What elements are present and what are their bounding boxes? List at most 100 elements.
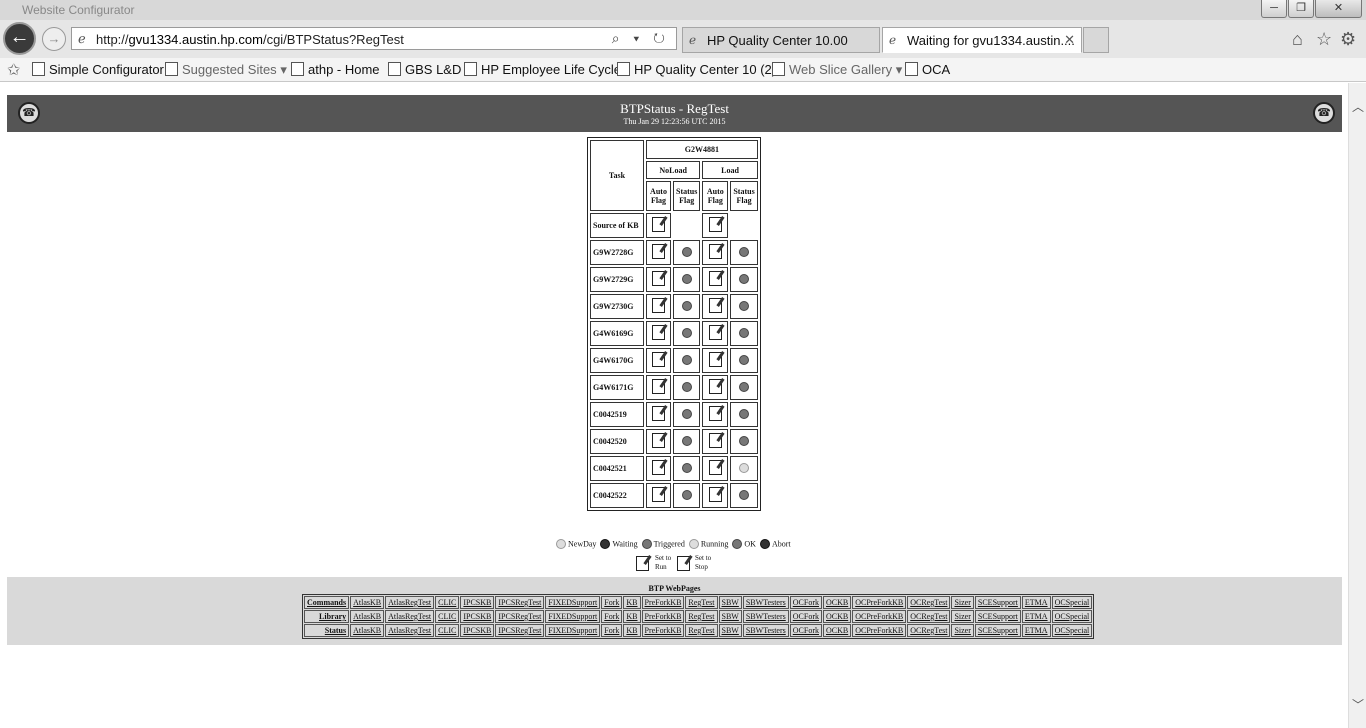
auto-flag-cell[interactable] — [646, 240, 671, 265]
auto-flag-cell[interactable] — [646, 456, 671, 481]
webpage-link[interactable]: OCRegTest — [907, 624, 951, 637]
webpage-link[interactable]: Sizer — [951, 610, 974, 623]
webpage-link[interactable]: OCKB — [822, 610, 852, 623]
webpage-link[interactable]: OCFork — [789, 610, 822, 623]
webpage-link[interactable]: IPCSRegTest — [495, 610, 545, 623]
auto-flag-cell[interactable] — [702, 375, 729, 400]
set-run-icon[interactable] — [652, 379, 665, 394]
address-bar[interactable]: ℯ http://gvu1334.austin.hp.com/cgi/BTPSt… — [71, 27, 677, 50]
auto-flag-cell[interactable] — [702, 321, 729, 346]
favorites-star-icon[interactable]: ☆ — [1316, 29, 1332, 50]
auto-flag-cell[interactable] — [702, 213, 729, 238]
webpage-link[interactable]: Fork — [601, 610, 623, 623]
webpage-link[interactable]: OCPreForkKB — [852, 610, 907, 623]
webpage-link[interactable]: IPCSRegTest — [495, 596, 545, 609]
webpage-link[interactable]: OCRegTest — [907, 610, 951, 623]
forward-button[interactable]: → — [42, 27, 66, 51]
fav-gbs-ld[interactable]: GBS L&D — [388, 62, 461, 77]
webpage-link[interactable]: Fork — [601, 596, 623, 609]
webpage-link[interactable]: OCKB — [822, 624, 852, 637]
tab-quality-center[interactable]: ℯ HP Quality Center 10.00 — [682, 27, 880, 53]
auto-flag-cell[interactable] — [646, 402, 671, 427]
scroll-down-icon[interactable]: ﹀ — [1352, 696, 1364, 713]
webpage-link[interactable]: ETMA — [1021, 610, 1051, 623]
webpages-row-label[interactable]: Status — [304, 624, 350, 637]
webpage-link[interactable]: IPCSKB — [460, 596, 495, 609]
set-run-icon[interactable] — [708, 298, 722, 313]
webpages-row-label[interactable]: Commands — [304, 596, 350, 609]
close-tab-icon[interactable]: ✕ — [1064, 32, 1075, 48]
auto-flag-cell[interactable] — [702, 402, 729, 427]
webpage-link[interactable]: SBWTesters — [742, 610, 789, 623]
fav-hp-quality-center[interactable]: HP Quality Center 10 (2) — [617, 62, 776, 77]
webpage-link[interactable]: CLIC — [435, 624, 460, 637]
set-run-icon[interactable] — [652, 217, 665, 232]
auto-flag-cell[interactable] — [646, 321, 671, 346]
maximize-button[interactable]: ❐ — [1288, 0, 1314, 18]
webpage-link[interactable]: AtlasRegTest — [385, 610, 435, 623]
set-run-icon[interactable] — [708, 487, 722, 502]
webpage-link[interactable]: OCRegTest — [907, 596, 951, 609]
fav-web-slice-gallery[interactable]: Web Slice Gallery ▾ — [772, 62, 902, 78]
webpage-link[interactable]: OCKB — [822, 596, 852, 609]
set-run-icon[interactable] — [708, 379, 722, 394]
webpage-link[interactable]: SBW — [718, 624, 742, 637]
url-text[interactable]: http://gvu1334.austin.hp.com/cgi/BTPStat… — [96, 32, 404, 47]
webpage-link[interactable]: ETMA — [1021, 596, 1051, 609]
webpage-link[interactable]: KB — [623, 610, 641, 623]
set-run-icon[interactable] — [708, 352, 722, 367]
set-run-icon[interactable] — [708, 244, 722, 259]
webpage-link[interactable]: ETMA — [1021, 624, 1051, 637]
auto-flag-cell[interactable] — [646, 348, 671, 373]
auto-flag-cell[interactable] — [702, 240, 729, 265]
webpage-link[interactable]: OCFork — [789, 624, 822, 637]
auto-flag-cell[interactable] — [702, 294, 729, 319]
auto-flag-cell[interactable] — [646, 213, 671, 238]
webpage-link[interactable]: IPCSKB — [460, 610, 495, 623]
webpage-link[interactable]: OCPreForkKB — [852, 596, 907, 609]
auto-flag-cell[interactable] — [702, 429, 729, 454]
auto-flag-cell[interactable] — [702, 348, 729, 373]
set-run-icon[interactable] — [708, 217, 722, 232]
webpage-link[interactable]: SBW — [718, 610, 742, 623]
set-run-icon[interactable] — [708, 406, 722, 421]
auto-flag-cell[interactable] — [646, 483, 671, 508]
auto-flag-cell[interactable] — [702, 456, 729, 481]
new-tab-button[interactable] — [1083, 27, 1109, 53]
webpage-link[interactable]: KB — [623, 596, 641, 609]
webpage-link[interactable]: FIXEDSupport — [545, 624, 601, 637]
address-controls[interactable]: ⌕ ▾ ↻ — [612, 30, 670, 47]
webpage-link[interactable]: SBW — [718, 596, 742, 609]
minimize-button[interactable]: ─ — [1261, 0, 1287, 18]
webpage-link[interactable]: AtlasKB — [350, 596, 385, 609]
webpage-link[interactable]: RegTest — [685, 610, 718, 623]
webpage-link[interactable]: CLIC — [435, 596, 460, 609]
auto-flag-cell[interactable] — [646, 294, 671, 319]
webpages-row-label[interactable]: Library — [304, 610, 350, 623]
webpage-link[interactable]: IPCSRegTest — [495, 624, 545, 637]
webpage-link[interactable]: OCPreForkKB — [852, 624, 907, 637]
set-run-icon[interactable] — [652, 352, 665, 367]
webpage-link[interactable]: RegTest — [685, 624, 718, 637]
auto-flag-cell[interactable] — [646, 429, 671, 454]
set-run-icon[interactable] — [652, 406, 665, 421]
set-run-icon[interactable] — [652, 460, 665, 475]
webpage-link[interactable]: IPCSKB — [460, 624, 495, 637]
set-run-icon[interactable] — [652, 298, 665, 313]
webpage-link[interactable]: OCFork — [789, 596, 822, 609]
webpage-link[interactable]: Sizer — [951, 596, 974, 609]
webpage-link[interactable]: OCSpecial — [1051, 624, 1093, 637]
auto-flag-cell[interactable] — [646, 267, 671, 292]
set-run-icon[interactable] — [708, 325, 722, 340]
fav-simple-configurator[interactable]: Simple Configurator — [32, 62, 164, 77]
webpage-link[interactable]: AtlasKB — [350, 610, 385, 623]
set-run-icon[interactable] — [652, 325, 665, 340]
webpage-link[interactable]: FIXEDSupport — [545, 610, 601, 623]
back-button[interactable]: ← — [3, 22, 36, 55]
fav-athp-home[interactable]: athp - Home — [291, 62, 380, 77]
scroll-up-icon[interactable]: ︿ — [1352, 98, 1364, 115]
webpage-link[interactable]: SCESupport — [974, 624, 1021, 637]
set-run-icon[interactable] — [708, 433, 722, 448]
set-run-icon[interactable] — [652, 433, 665, 448]
set-run-icon[interactable] — [652, 271, 665, 286]
